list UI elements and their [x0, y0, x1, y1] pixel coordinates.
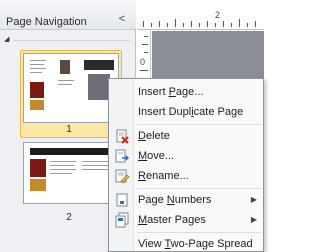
menu-separator	[137, 188, 261, 189]
thumb-text-line	[50, 161, 76, 162]
menu-item-rename[interactable]: Rename...	[109, 166, 263, 186]
master-pages-icon	[114, 212, 130, 228]
thumb-text-line	[58, 80, 74, 81]
menu-item-page-numbers[interactable]: Page Numbers ▶	[109, 190, 263, 210]
menu-item-view-two-page-spread[interactable]: View Two-Page Spread	[109, 234, 263, 252]
rename-page-icon	[114, 168, 130, 184]
page-thumbnail-2[interactable]	[23, 142, 119, 204]
section-collapse-icon[interactable]: ◢	[4, 35, 14, 45]
thumb-image	[30, 82, 44, 98]
thumb-image	[60, 60, 70, 74]
thumb-text-line	[30, 72, 42, 73]
thumb-text-line	[30, 68, 46, 69]
move-page-icon	[114, 148, 130, 164]
menu-separator	[137, 124, 261, 125]
ruler-number: 0	[140, 57, 146, 67]
thumb-header-bar	[30, 148, 112, 155]
pane-header: Page Navigation <	[0, 0, 136, 30]
thumb-text-line	[50, 173, 72, 174]
collapse-pane-button[interactable]: <	[115, 12, 129, 26]
menu-separator	[137, 232, 261, 233]
page-number-label: 1	[66, 124, 72, 135]
thumb-image	[30, 179, 46, 191]
menu-item-insert-duplicate-page[interactable]: Insert Duplicate Page	[109, 102, 263, 122]
horizontal-ruler[interactable]	[137, 0, 264, 30]
submenu-arrow-icon: ▶	[250, 195, 257, 204]
thumb-text-line	[82, 165, 110, 166]
thumb-text-line	[30, 60, 46, 61]
submenu-arrow-icon: ▶	[250, 215, 257, 224]
thumb-image	[88, 74, 110, 100]
page-numbers-icon	[114, 192, 130, 208]
ruler-number: 2	[215, 10, 221, 20]
thumb-text-line	[30, 64, 44, 65]
page-thumbnail-1[interactable]	[23, 53, 119, 123]
thumb-text-line	[50, 169, 76, 170]
menu-item-insert-page[interactable]: Insert Page...	[109, 82, 263, 102]
page-number-label: 2	[66, 212, 72, 223]
delete-page-icon	[114, 128, 130, 144]
thumb-text-line	[58, 84, 72, 85]
thumb-header-bar	[84, 60, 114, 70]
section-divider	[14, 40, 130, 41]
menu-item-move[interactable]: Move...	[109, 146, 263, 166]
thumb-image	[30, 100, 44, 110]
menu-item-master-pages[interactable]: Master Pages ▶	[109, 210, 263, 230]
menu-item-delete[interactable]: Delete	[109, 126, 263, 146]
thumb-text-line	[50, 165, 74, 166]
pane-title: Page Navigation	[6, 16, 87, 28]
thumb-image	[30, 159, 46, 177]
page-context-menu: Insert Page... Insert Duplicate Page Del…	[108, 78, 264, 252]
